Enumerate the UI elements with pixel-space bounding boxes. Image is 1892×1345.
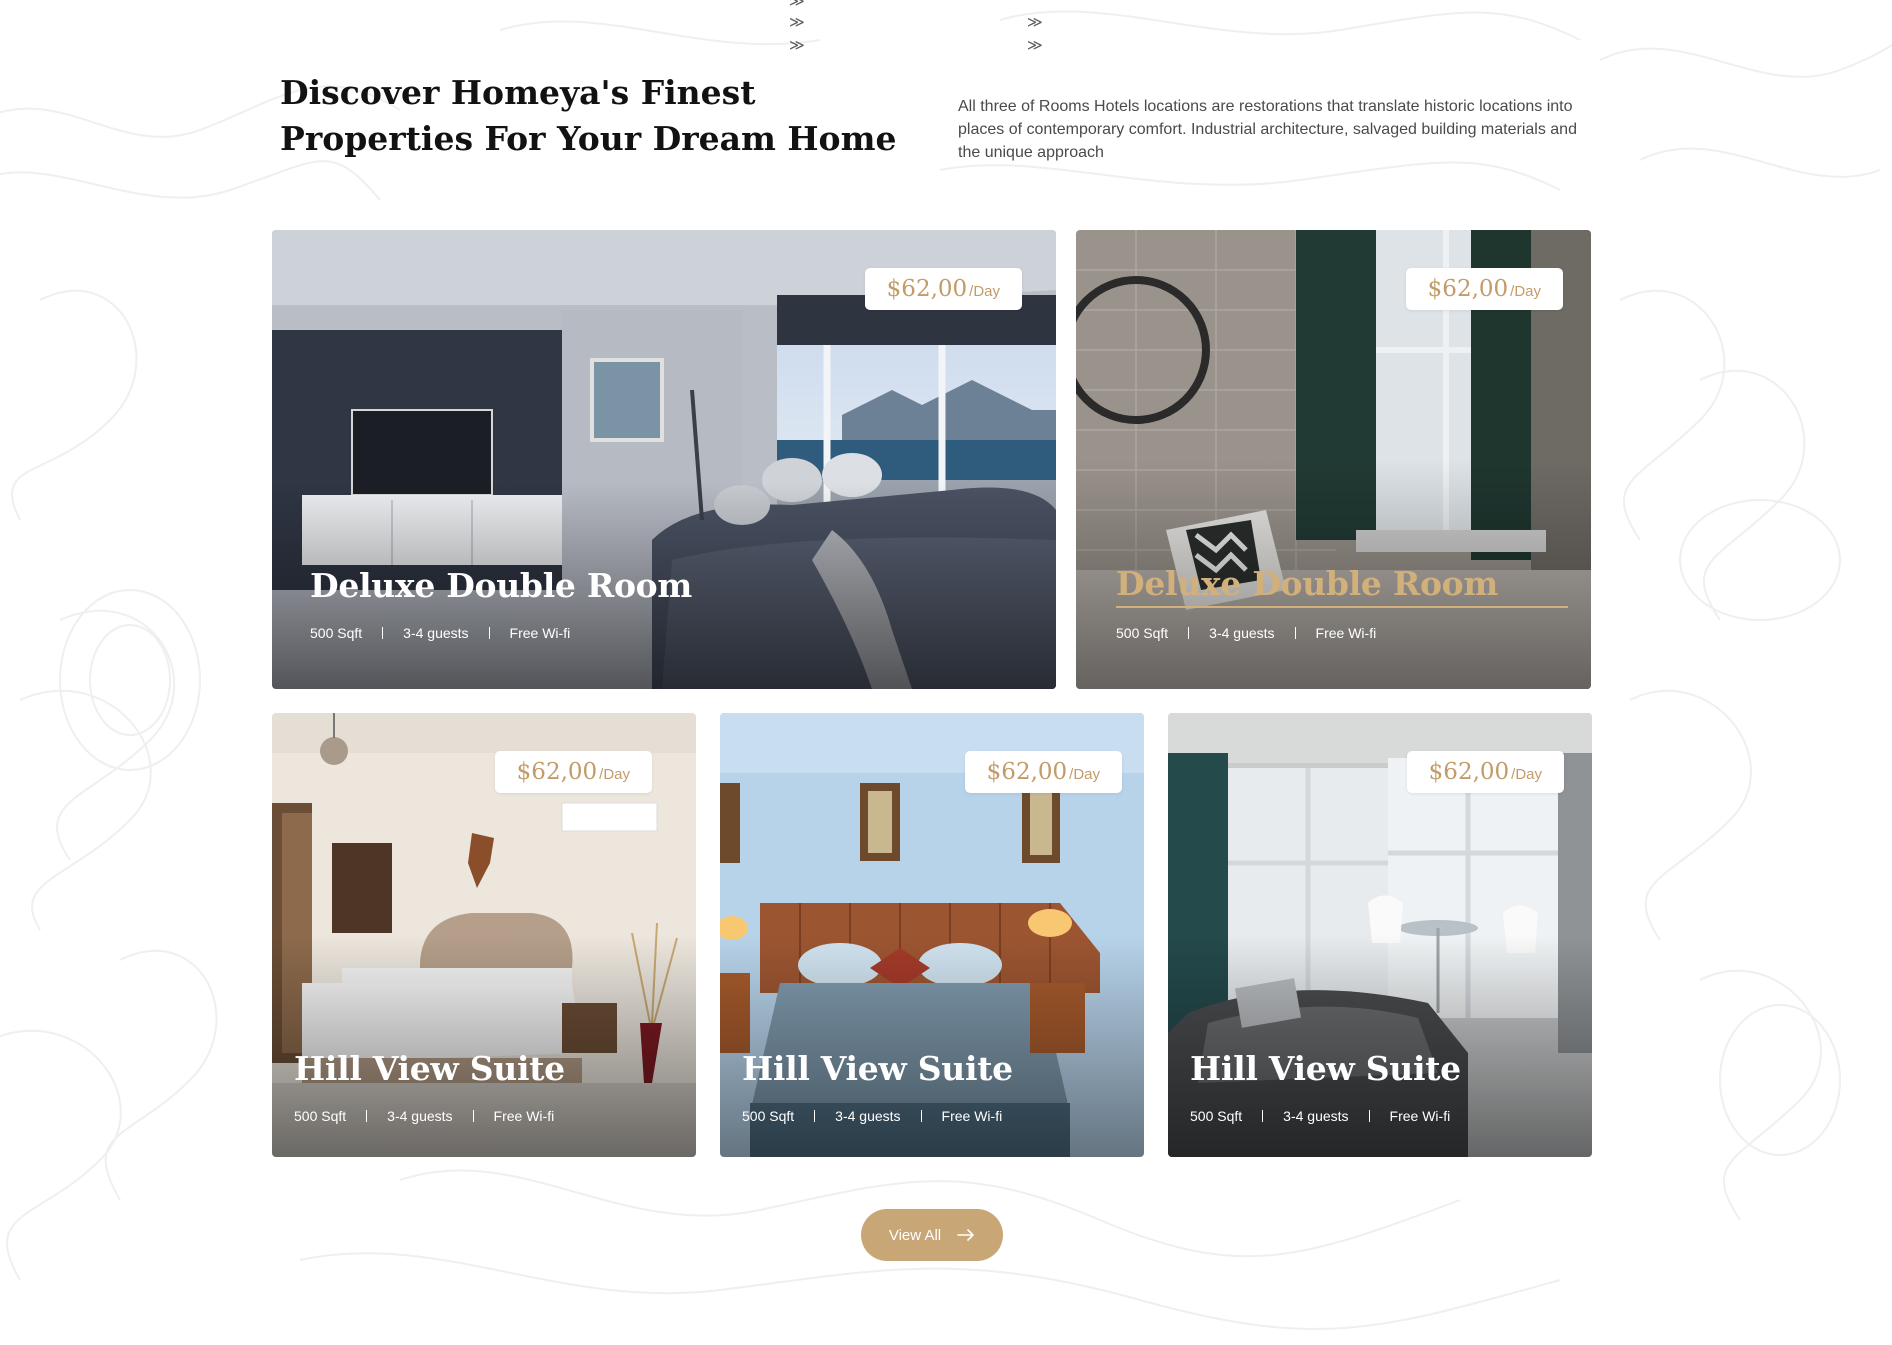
price-unit: /Day [969, 283, 1000, 300]
chevron-decoration: ≫ [1027, 13, 1043, 31]
feature-area: 500 Sqft [1190, 1108, 1243, 1124]
room-card[interactable]: $62,00 /Day Hill View Suite 500 Sqft 3-4… [272, 713, 696, 1157]
room-title[interactable]: Deluxe Double Room [1116, 564, 1568, 608]
feature-divider [366, 1110, 368, 1122]
room-title[interactable]: Deluxe Double Room [310, 564, 692, 608]
room-title[interactable]: Hill View Suite [742, 1047, 1013, 1091]
feature-divider [1368, 1110, 1370, 1122]
section-title: Discover Homeya's Finest Properties For … [280, 73, 897, 158]
room-features: 500 Sqft 3-4 guests Free Wi-fi [742, 1108, 1002, 1124]
chevron-decoration: ≫ [1027, 36, 1043, 54]
chevron-decoration: ≫ [789, 36, 805, 54]
view-all-button[interactable]: View All [861, 1209, 1003, 1261]
feature-divider [382, 627, 384, 639]
feature-divider [488, 627, 490, 639]
feature-wifi: Free Wi-fi [941, 1108, 1003, 1124]
price-amount: $62,00 [986, 759, 1068, 785]
price-badge: $62,00 /Day [1406, 751, 1564, 793]
room-features: 500 Sqft 3-4 guests Free Wi-fi [1190, 1108, 1450, 1124]
price-unit: /Day [1069, 766, 1100, 783]
price-unit: /Day [1510, 283, 1541, 300]
room-card[interactable]: $62,00 /Day Deluxe Double Room 500 Sqft … [272, 230, 1056, 689]
feature-divider [1294, 627, 1296, 639]
feature-guests: 3-4 guests [1209, 625, 1275, 641]
feature-guests: 3-4 guests [403, 625, 469, 641]
chevron-decoration: ≫ [789, 13, 805, 31]
feature-guests: 3-4 guests [835, 1108, 901, 1124]
room-card[interactable]: $62,00 /Day Hill View Suite 500 Sqft 3-4… [1168, 713, 1592, 1157]
price-badge: $62,00 /Day [864, 268, 1022, 310]
room-title[interactable]: Hill View Suite [1190, 1047, 1461, 1091]
feature-wifi: Free Wi-fi [1315, 625, 1377, 641]
feature-divider [1188, 627, 1190, 639]
room-card[interactable]: $62,00 /Day Hill View Suite 500 Sqft 3-4… [720, 713, 1144, 1157]
feature-guests: 3-4 guests [1283, 1108, 1349, 1124]
price-unit: /Day [1511, 766, 1542, 783]
feature-divider [1262, 1110, 1264, 1122]
price-unit: /Day [599, 766, 630, 783]
price-amount: $62,00 [886, 276, 968, 302]
feature-wifi: Free Wi-fi [509, 625, 571, 641]
room-features: 500 Sqft 3-4 guests Free Wi-fi [310, 625, 570, 641]
room-card[interactable]: $62,00 /Day Deluxe Double Room 500 Sqft … [1076, 230, 1591, 689]
feature-area: 500 Sqft [310, 625, 363, 641]
feature-divider [472, 1110, 474, 1122]
price-badge: $62,00 /Day [1405, 268, 1563, 310]
feature-area: 500 Sqft [742, 1108, 795, 1124]
room-features: 500 Sqft 3-4 guests Free Wi-fi [1116, 625, 1376, 641]
feature-area: 500 Sqft [1116, 625, 1169, 641]
feature-wifi: Free Wi-fi [1389, 1108, 1451, 1124]
room-title[interactable]: Hill View Suite [294, 1047, 565, 1091]
price-amount: $62,00 [516, 759, 598, 785]
feature-wifi: Free Wi-fi [493, 1108, 555, 1124]
arrow-right-icon [957, 1229, 974, 1241]
price-amount: $62,00 [1428, 759, 1510, 785]
room-features: 500 Sqft 3-4 guests Free Wi-fi [294, 1108, 554, 1124]
feature-divider [920, 1110, 922, 1122]
page: ≫ ≫ ≫ ≫ ≫ Discover Homeya's Finest Prope… [0, 0, 1892, 1345]
view-all-label: View All [888, 1226, 942, 1244]
price-badge: $62,00 /Day [964, 751, 1122, 793]
feature-divider [814, 1110, 816, 1122]
price-amount: $62,00 [1427, 276, 1509, 302]
section-description: All three of Rooms Hotels locations are … [958, 98, 1577, 161]
feature-guests: 3-4 guests [387, 1108, 453, 1124]
price-badge: $62,00 /Day [494, 751, 652, 793]
feature-area: 500 Sqft [294, 1108, 347, 1124]
